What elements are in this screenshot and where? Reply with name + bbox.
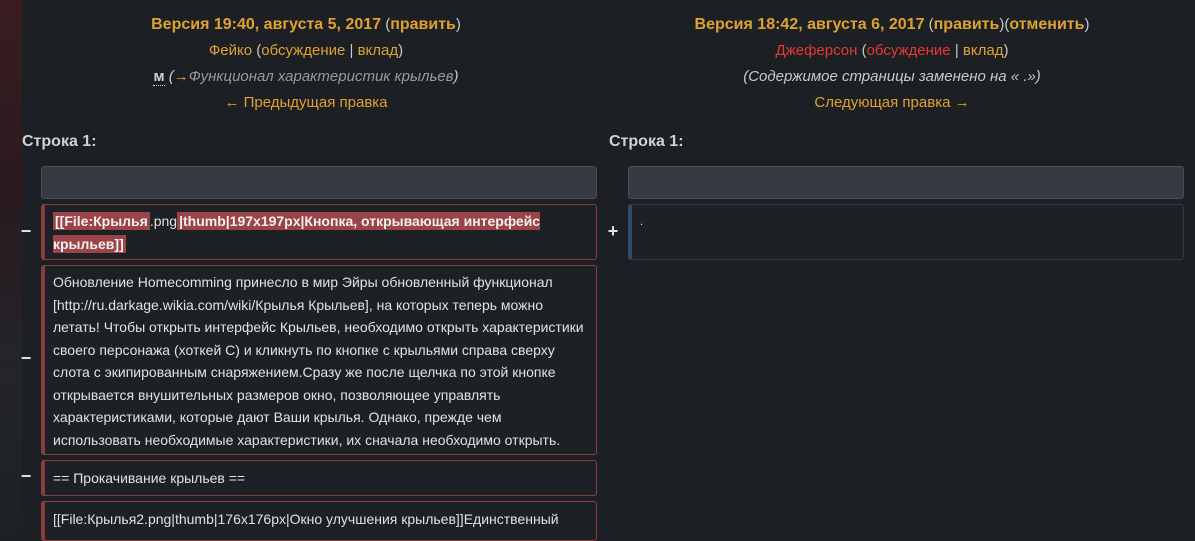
undo-link[interactable]: отменить	[1009, 16, 1084, 33]
minus-marker: −	[20, 221, 32, 241]
minor-edit-mark: м	[153, 68, 165, 86]
next-edit-link[interactable]: Следующая правка →	[814, 94, 969, 111]
new-author-link[interactable]: Джеферсон	[776, 42, 858, 59]
old-revision-header: Версия 19:40, августа 5, 2017 (править) …	[46, 12, 566, 116]
new-edit-summary: (Содержимое страницы заменено на « .»)	[743, 68, 1041, 85]
minus-marker: −	[20, 348, 32, 368]
removed-plain: .png	[149, 213, 178, 229]
removed-heading-line: == Прокачивание крыльев ==	[41, 460, 597, 496]
new-context-line	[628, 166, 1184, 199]
new-revision-header: Версия 18:42, августа 6, 2017 (править)(…	[632, 12, 1152, 116]
removed-line: [[File:Крылья .png |thumb|197x197px|Кнопка…	[41, 204, 597, 260]
new-revision-link[interactable]: Версия 18:42, августа 6, 2017	[695, 16, 925, 33]
new-revision-title: Версия 18:42, августа 6, 2017 (править)(…	[694, 16, 1090, 33]
removed-paragraph: Обновление Homecomming принесло в мир Эй…	[41, 265, 597, 455]
new-author-line: Джеферсон (обсуждение | вклад)	[775, 42, 1009, 59]
old-contrib-link[interactable]: вклад	[358, 42, 399, 59]
old-edit-summary: м (→Функционал характеристик крыльев)	[153, 68, 459, 86]
old-revision-link[interactable]: Версия 19:40, августа 5, 2017	[151, 16, 381, 33]
new-contrib-link[interactable]: вклад	[963, 42, 1004, 59]
removed-highlight: [[File:Крылья	[53, 212, 150, 230]
new-edit-link[interactable]: править	[934, 16, 1000, 33]
diff-page: Версия 19:40, августа 5, 2017 (править) …	[0, 0, 1195, 541]
old-author-line: Фейко (обсуждение | вклад)	[208, 42, 404, 59]
added-line: .	[628, 204, 1184, 260]
added-text: .	[640, 216, 644, 228]
old-line-label: Строка 1:	[22, 133, 97, 150]
plus-marker: +	[607, 221, 619, 241]
previous-edit-nav: ← Предыдущая правка	[46, 90, 566, 116]
old-revision-title: Версия 19:40, августа 5, 2017 (править)	[151, 16, 461, 33]
new-talk-link[interactable]: обсуждение	[867, 42, 951, 59]
next-edit-nav: Следующая правка →	[632, 90, 1152, 116]
new-line-label: Строка 1:	[609, 133, 684, 150]
minus-marker: −	[20, 466, 32, 486]
section-arrow-link[interactable]: →	[174, 68, 189, 85]
removed-file-line: [[File:Крылья2.png|thumb|176x176px|Окно …	[41, 501, 597, 541]
previous-edit-link[interactable]: ← Предыдущая правка	[224, 94, 387, 111]
old-talk-link[interactable]: обсуждение	[261, 42, 345, 59]
old-author-link[interactable]: Фейко	[209, 42, 252, 59]
old-context-line	[41, 166, 597, 199]
old-edit-link[interactable]: править	[390, 16, 456, 33]
section-summary: Функционал характеристик крыльев	[188, 68, 454, 85]
